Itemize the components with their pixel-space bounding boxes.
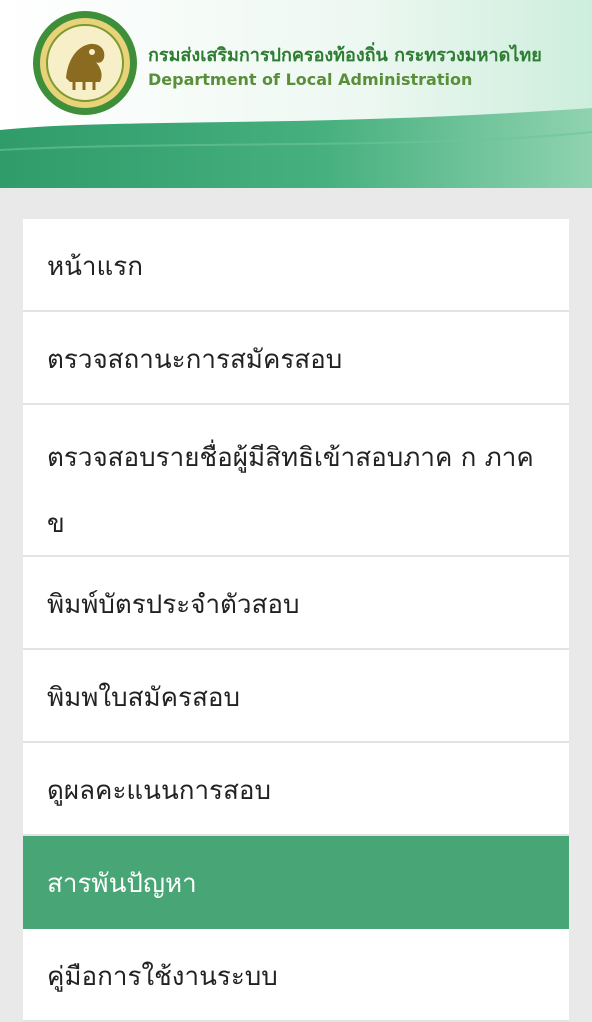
menu-item-check-application-status[interactable]: ตรวจสถานะการสมัครสอบ xyxy=(23,312,569,405)
menu-item-label: พิมพ์บัตรประจำตัวสอบ xyxy=(47,590,300,620)
menu-item-label: สารพันปัญหา xyxy=(47,869,197,899)
menu-item-faq[interactable]: สารพันปัญหา xyxy=(23,836,569,929)
menu-item-label: คู่มือการใช้งานระบบ xyxy=(47,962,278,992)
main-menu: หน้าแรก ตรวจสถานะการสมัครสอบ ตรวจสอบรายช… xyxy=(23,219,569,1022)
menu-item-label: ตรวจสอบรายชื่อผู้มีสิทธิเข้าสอบภาค ก ภาค… xyxy=(47,443,534,539)
menu-item-label: ตรวจสถานะการสมัครสอบ xyxy=(47,345,343,375)
department-title-thai: กรมส่งเสริมการปกครองท้องถิ่น กระทรวงมหาด… xyxy=(148,45,542,66)
menu-item-check-eligible-candidates[interactable]: ตรวจสอบรายชื่อผู้มีสิทธิเข้าสอบภาค ก ภาค… xyxy=(23,405,569,557)
menu-item-home[interactable]: หน้าแรก xyxy=(23,219,569,312)
menu-item-label: หน้าแรก xyxy=(47,252,143,282)
site-header: กรมส่งเสริมการปกครองท้องถิ่น กระทรวงมหาด… xyxy=(0,0,592,188)
menu-item-label: ดูผลคะแนนการสอบ xyxy=(47,776,272,806)
menu-item-view-exam-scores[interactable]: ดูผลคะแนนการสอบ xyxy=(23,743,569,836)
menu-item-print-exam-card[interactable]: พิมพ์บัตรประจำตัวสอบ xyxy=(23,557,569,650)
dla-seal-icon xyxy=(33,11,137,115)
menu-item-user-manual[interactable]: คู่มือการใช้งานระบบ xyxy=(23,929,569,1022)
menu-item-label: พิมพใบสมัครสอบ xyxy=(47,683,240,713)
menu-item-print-application-form[interactable]: พิมพใบสมัครสอบ xyxy=(23,650,569,743)
department-title-english: Department of Local Administration xyxy=(148,70,473,89)
